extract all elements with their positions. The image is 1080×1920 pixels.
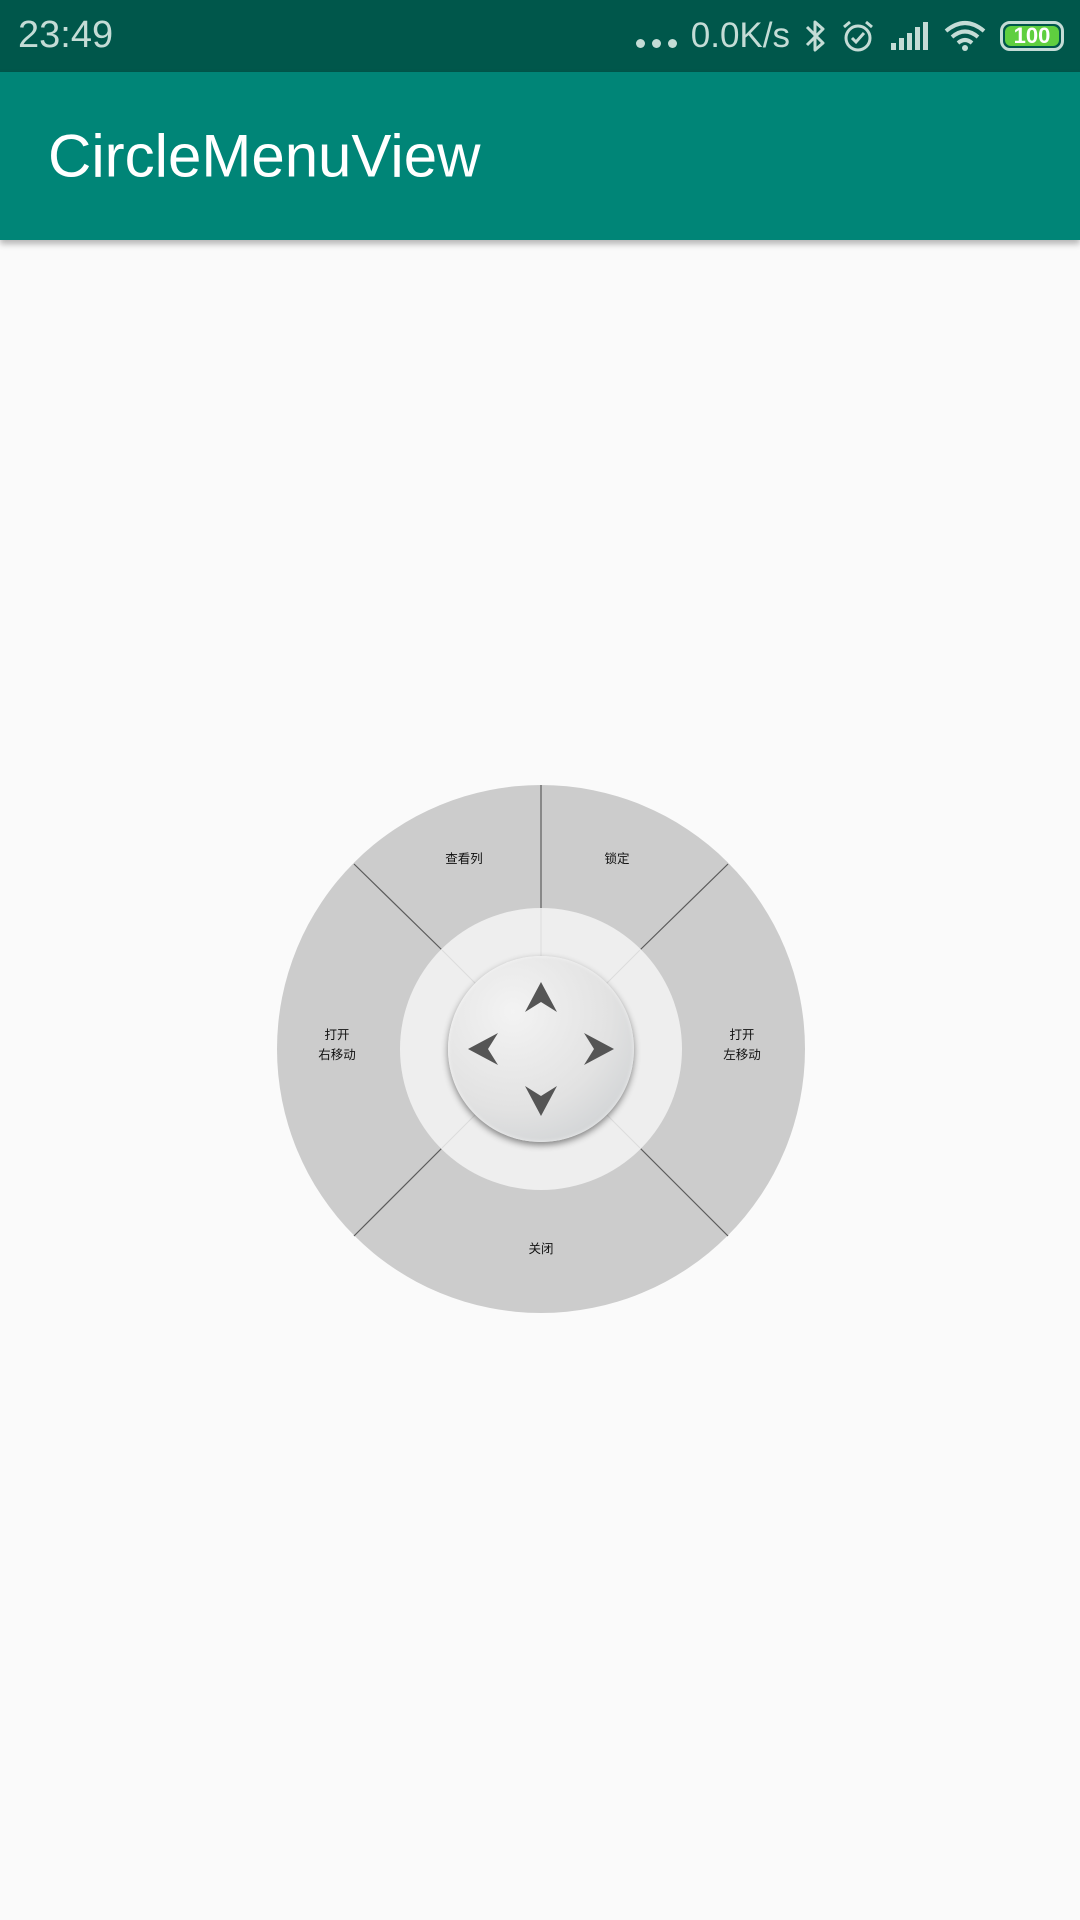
network-speed: 0.0K/s [690, 16, 790, 55]
segment-label-view-columns: 查看列 [445, 851, 483, 866]
status-bar: 23:49 0.0K/s 100 [0, 0, 1080, 72]
segment-close[interactable]: 关闭 [528, 1241, 553, 1256]
direction-pad[interactable] [448, 956, 634, 1142]
alarm-icon [843, 20, 873, 52]
signal-icon [891, 22, 928, 50]
page-title: CircleMenuView [48, 122, 481, 190]
app-bar: CircleMenuView [0, 72, 1080, 240]
arrow-left-icon[interactable] [464, 1029, 504, 1069]
segment-view-columns[interactable]: 查看列 [445, 851, 483, 866]
more-dots-icon [635, 38, 677, 48]
arrow-right-icon[interactable] [578, 1029, 618, 1069]
arrow-down-icon[interactable] [521, 1080, 561, 1120]
battery-level: 100 [1013, 23, 1051, 48]
segment-label-move-left: 左移动 [723, 1047, 761, 1062]
bluetooth-icon [805, 20, 825, 52]
arrow-up-icon[interactable] [521, 978, 561, 1018]
status-time: 23:49 [18, 14, 114, 56]
segment-label-lock: 锁定 [604, 851, 629, 866]
segment-label-close: 关闭 [528, 1241, 553, 1256]
segment-label-open: 打开 [324, 1027, 349, 1042]
battery-icon: 100 [1000, 21, 1064, 51]
status-icons: 0.0K/s 100 [635, 0, 1064, 72]
wifi-icon [944, 21, 986, 51]
segment-label-open: 打开 [729, 1027, 754, 1042]
segment-lock[interactable]: 锁定 [604, 851, 629, 866]
segment-label-move-right: 右移动 [318, 1047, 356, 1062]
circle-menu: 查看列 锁定 打开 左移动 打开 右移动 关闭 [276, 784, 806, 1314]
